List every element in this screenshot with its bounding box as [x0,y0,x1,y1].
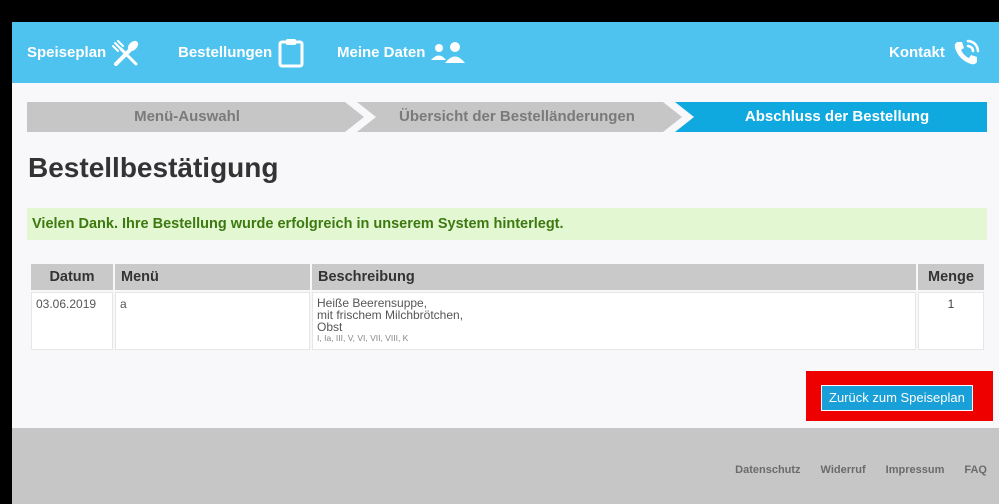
highlight-box: Zurück zum Speiseplan [806,371,993,421]
cell-date: 03.06.2019 [31,292,113,350]
app-frame: Speiseplan Bestellungen Meine Daten Kont… [12,22,999,504]
allergen-codes: I, Ia, III, V, VI, VII, VIII, K [317,333,409,343]
phone-icon [951,38,981,68]
header-beschreibung: Beschreibung [312,264,916,290]
order-table: Datum Menü Beschreibung Menge 03.06.2019… [29,262,986,352]
step-menu-auswahl[interactable]: Menü-Auswahl [27,102,347,132]
description-line: mit frischem Milchbrötchen, [317,308,464,322]
success-alert: Vielen Dank. Ihre Bestellung wurde erfol… [27,208,987,240]
header-menge: Menge [918,264,984,290]
footer-link-faq[interactable]: FAQ [964,464,987,476]
cell-quantity: 1 [918,292,984,350]
table-row: 03.06.2019 a Heiße Beerensuppe, mit fris… [31,292,984,350]
nav-bestellungen-label: Bestellungen [178,44,273,61]
footer: Datenschutz Widerruf Impressum FAQ [12,428,999,504]
nav-kontakt[interactable]: Kontakt [889,22,981,83]
footer-link-widerruf[interactable]: Widerruf [821,464,866,476]
nav-bestellungen[interactable]: Bestellungen [178,22,304,83]
nav-meine-daten-label: Meine Daten [337,44,426,61]
header-datum: Datum [31,264,113,290]
step-abschluss: Abschluss der Bestellung [744,108,930,125]
nav-speiseplan-label: Speiseplan [27,44,107,61]
description-line: Obst [317,320,343,334]
cell-menu: a [115,292,310,350]
users-icon [431,41,466,64]
step-uebersicht[interactable]: Übersicht der Bestelländerungen [367,102,667,132]
checkout-steps: Menü-Auswahl Übersicht der Bestelländeru… [27,102,987,132]
top-nav: Speiseplan Bestellungen Meine Daten Kont… [12,22,999,83]
page-title: Bestellbestätigung [28,152,279,183]
nav-meine-daten[interactable]: Meine Daten [337,22,466,83]
cell-description: Heiße Beerensuppe, mit frischem Milchbrö… [312,292,916,350]
nav-speiseplan[interactable]: Speiseplan [27,22,140,83]
footer-link-datenschutz[interactable]: Datenschutz [735,464,800,476]
cutlery-icon [112,39,140,66]
table-header-row: Datum Menü Beschreibung Menge [31,264,984,290]
footer-links: Datenschutz Widerruf Impressum FAQ [735,464,987,476]
clipboard-icon [278,38,304,68]
footer-link-impressum[interactable]: Impressum [886,464,945,476]
nav-kontakt-label: Kontakt [889,44,945,61]
header-menue: Menü [115,264,310,290]
back-to-menu-button[interactable]: Zurück zum Speiseplan [821,385,973,411]
